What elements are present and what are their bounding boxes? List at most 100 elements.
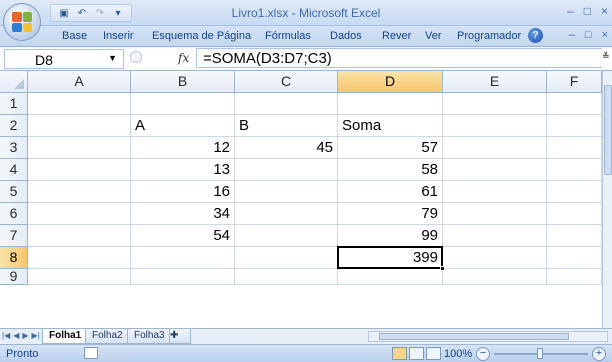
cell-d3[interactable]: 57 <box>338 137 443 159</box>
fill-handle[interactable] <box>440 266 445 271</box>
cell-b2[interactable]: A <box>131 115 235 137</box>
cell-d4[interactable]: 58 <box>338 159 443 181</box>
chevron-down-icon[interactable]: ▼ <box>108 53 117 63</box>
worksheet-grid[interactable]: A B C D E F 1 2 A B Soma 3 12 45 57 4 13 58 5 16 61 6 34 79 7 54 9… <box>0 71 612 328</box>
zoom-slider-knob[interactable] <box>537 348 543 359</box>
cell-f9[interactable] <box>547 269 602 285</box>
expand-formula-icon[interactable]: ≚ <box>602 51 610 62</box>
column-header-c[interactable]: C <box>235 71 338 93</box>
cell-d6[interactable]: 79 <box>338 203 443 225</box>
minimize-button[interactable]: – <box>567 4 574 18</box>
tab-rever[interactable]: Rever <box>382 30 411 42</box>
cell-b8[interactable] <box>131 247 235 269</box>
macro-record-icon[interactable] <box>84 347 98 359</box>
cell-e3[interactable] <box>443 137 547 159</box>
cell-a3[interactable] <box>28 137 131 159</box>
workbook-minimize-button[interactable]: – <box>569 29 575 41</box>
row-header-2[interactable]: 2 <box>0 115 28 137</box>
row-header-1[interactable]: 1 <box>0 93 28 115</box>
zoom-level[interactable]: 100% <box>444 348 472 360</box>
cell-f5[interactable] <box>547 181 602 203</box>
cell-c3[interactable]: 45 <box>235 137 338 159</box>
cell-a6[interactable] <box>28 203 131 225</box>
row-header-4[interactable]: 4 <box>0 159 28 181</box>
office-button[interactable] <box>3 3 41 41</box>
cell-c1[interactable] <box>235 93 338 115</box>
workbook-restore-button[interactable]: □ <box>585 29 592 41</box>
cell-f6[interactable] <box>547 203 602 225</box>
tab-formulas[interactable]: Fórmulas <box>265 30 311 42</box>
cell-f1[interactable] <box>547 93 602 115</box>
maximize-button[interactable]: □ <box>584 4 591 18</box>
cell-e6[interactable] <box>443 203 547 225</box>
page-break-view-icon[interactable] <box>426 347 441 360</box>
column-header-e[interactable]: E <box>443 71 547 93</box>
row-header-5[interactable]: 5 <box>0 181 28 203</box>
cell-a2[interactable] <box>28 115 131 137</box>
vertical-scroll-thumb[interactable] <box>604 85 612 175</box>
cell-c6[interactable] <box>235 203 338 225</box>
cell-d1[interactable] <box>338 93 443 115</box>
cell-f4[interactable] <box>547 159 602 181</box>
cell-e8[interactable] <box>443 247 547 269</box>
tab-base[interactable]: Base <box>62 30 87 42</box>
cell-e4[interactable] <box>443 159 547 181</box>
cell-c9[interactable] <box>235 269 338 285</box>
formula-input[interactable]: =SOMA(D3:D7;C3) <box>196 48 602 68</box>
cell-b5[interactable]: 16 <box>131 181 235 203</box>
cell-f8[interactable] <box>547 247 602 269</box>
name-box[interactable]: D8 ▼ <box>4 49 124 69</box>
insert-function-icon[interactable]: fx <box>178 51 189 65</box>
cell-a9[interactable] <box>28 269 131 285</box>
prev-sheet-icon[interactable]: ◀ <box>13 331 19 340</box>
cell-b9[interactable] <box>131 269 235 285</box>
cell-f2[interactable] <box>547 115 602 137</box>
column-header-a[interactable]: A <box>28 71 131 93</box>
cell-c2[interactable]: B <box>235 115 338 137</box>
cell-c8[interactable] <box>235 247 338 269</box>
row-header-3[interactable]: 3 <box>0 137 28 159</box>
help-icon[interactable]: ? <box>528 28 543 43</box>
sheet-tab-folha3[interactable]: Folha3 <box>127 329 172 344</box>
cell-c7[interactable] <box>235 225 338 247</box>
cell-f3[interactable] <box>547 137 602 159</box>
insert-sheet-icon[interactable]: ✚ <box>169 329 191 344</box>
normal-view-icon[interactable] <box>392 347 407 360</box>
cell-b6[interactable]: 34 <box>131 203 235 225</box>
row-header-6[interactable]: 6 <box>0 203 28 225</box>
cell-b4[interactable]: 13 <box>131 159 235 181</box>
cell-e1[interactable] <box>443 93 547 115</box>
workbook-close-button[interactable]: × <box>602 29 608 41</box>
vertical-scrollbar[interactable] <box>602 71 612 328</box>
tab-programador[interactable]: Programador <box>457 30 521 42</box>
cell-d2[interactable]: Soma <box>338 115 443 137</box>
cell-e2[interactable] <box>443 115 547 137</box>
cell-a8[interactable] <box>28 247 131 269</box>
column-header-b[interactable]: B <box>131 71 235 93</box>
tab-esquema-de-pagina[interactable]: Esquema de Página <box>152 30 251 42</box>
cell-b1[interactable] <box>131 93 235 115</box>
cell-d9[interactable] <box>338 269 443 285</box>
cell-d7[interactable]: 99 <box>338 225 443 247</box>
cell-a7[interactable] <box>28 225 131 247</box>
sheet-tab-folha1[interactable]: Folha1 <box>42 329 89 344</box>
zoom-in-icon[interactable]: + <box>592 347 606 361</box>
horizontal-scroll-thumb[interactable] <box>379 333 569 340</box>
tab-dados[interactable]: Dados <box>330 30 362 42</box>
row-header-8[interactable]: 8 <box>0 247 28 269</box>
tab-inserir[interactable]: Inserir <box>103 30 134 42</box>
cell-b7[interactable]: 54 <box>131 225 235 247</box>
select-all-button[interactable] <box>0 71 28 93</box>
cell-f7[interactable] <box>547 225 602 247</box>
horizontal-scrollbar[interactable] <box>368 331 608 342</box>
zoom-out-icon[interactable]: − <box>476 347 490 361</box>
tab-ver[interactable]: Ver <box>425 30 442 42</box>
cell-e5[interactable] <box>443 181 547 203</box>
row-header-9[interactable]: 9 <box>0 269 28 285</box>
column-header-f[interactable]: F <box>547 71 602 93</box>
page-layout-view-icon[interactable] <box>409 347 424 360</box>
close-button[interactable]: × <box>601 4 608 18</box>
next-sheet-icon[interactable]: ▶ <box>22 331 28 340</box>
cell-e9[interactable] <box>443 269 547 285</box>
row-header-7[interactable]: 7 <box>0 225 28 247</box>
